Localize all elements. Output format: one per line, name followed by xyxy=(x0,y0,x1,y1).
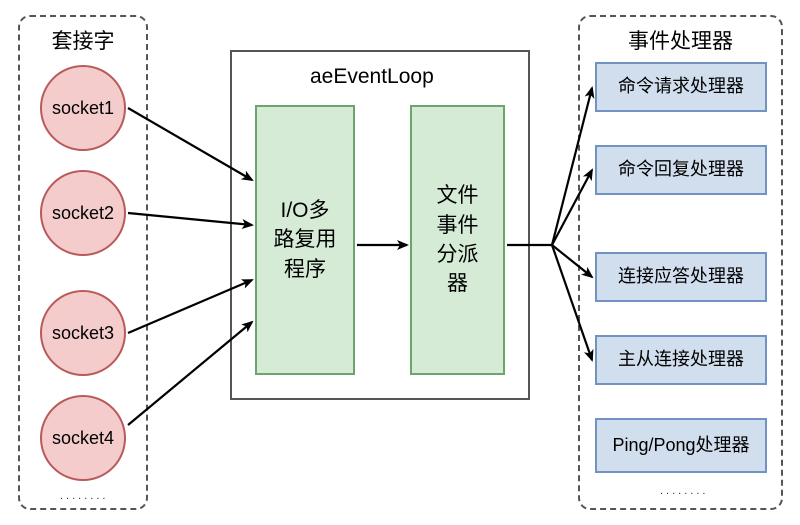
handler-accept: 连接应答处理器 xyxy=(595,252,767,302)
handler-master-slave-label: 主从连接处理器 xyxy=(618,349,744,371)
io-mux-label: I/O多路复用程序 xyxy=(274,196,337,284)
dispatcher-box: 文件事件分派器 xyxy=(410,105,505,375)
handlers-title: 事件处理器 xyxy=(580,25,781,55)
handler-master-slave: 主从连接处理器 xyxy=(595,335,767,385)
socket-4-label: socket4 xyxy=(52,428,114,449)
handler-reply-label: 命令回复处理器 xyxy=(618,159,744,181)
socket-2: socket2 xyxy=(40,170,126,256)
sockets-title: 套接字 xyxy=(20,25,146,55)
handler-pingpong-label: Ping/Pong处理器 xyxy=(612,435,749,457)
socket-3-label: socket3 xyxy=(52,323,114,344)
socket-3: socket3 xyxy=(40,290,126,376)
handler-request: 命令请求处理器 xyxy=(595,62,767,112)
handler-reply: 命令回复处理器 xyxy=(595,145,767,195)
dispatcher-label: 文件事件分派器 xyxy=(437,181,479,299)
handlers-ellipsis: ........ xyxy=(660,485,708,497)
eventloop-title: aeEventLoop xyxy=(310,65,434,89)
socket-2-label: socket2 xyxy=(52,203,114,224)
socket-4: socket4 xyxy=(40,395,126,481)
io-mux-box: I/O多路复用程序 xyxy=(255,105,355,375)
handler-accept-label: 连接应答处理器 xyxy=(618,266,744,288)
socket-1-label: socket1 xyxy=(52,98,114,119)
sockets-ellipsis: ........ xyxy=(60,490,108,502)
handler-request-label: 命令请求处理器 xyxy=(618,76,744,98)
handler-pingpong: Ping/Pong处理器 xyxy=(595,418,767,473)
socket-1: socket1 xyxy=(40,65,126,151)
